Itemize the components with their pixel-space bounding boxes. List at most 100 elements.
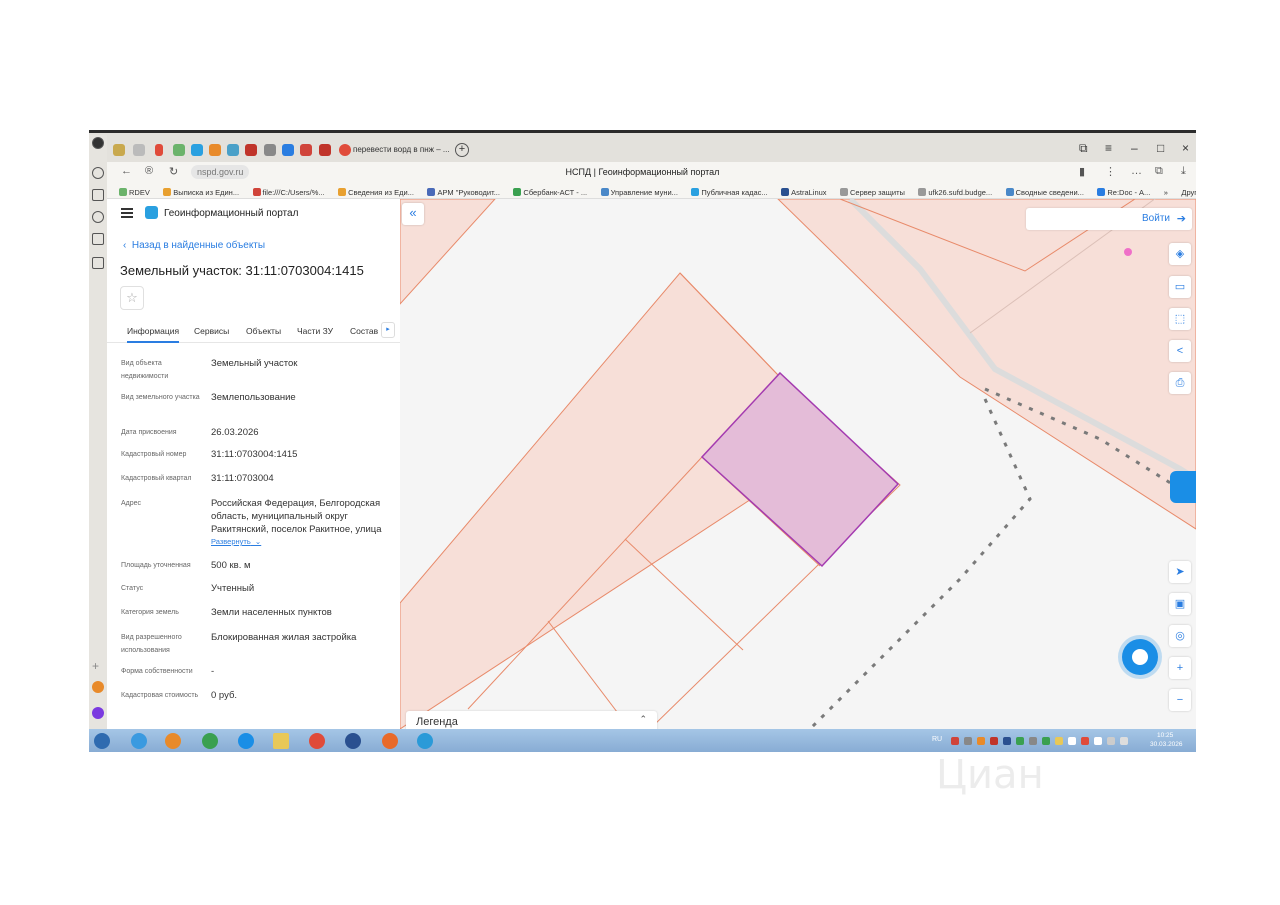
clock-time[interactable]: 10:25	[1157, 732, 1173, 739]
tab-icon[interactable]	[173, 144, 185, 156]
tab-icon[interactable]	[319, 144, 331, 156]
start-button-icon[interactable]	[94, 733, 110, 749]
tab-services[interactable]: Сервисы	[194, 326, 229, 336]
tab-icon[interactable]	[282, 144, 294, 156]
battery-icon[interactable]	[1094, 737, 1102, 745]
calendar-icon[interactable]	[92, 233, 104, 245]
more-icon[interactable]: ⋮	[1105, 165, 1116, 178]
legend-toggle-icon[interactable]: ⌃	[639, 714, 647, 725]
tab-icon[interactable]	[245, 144, 257, 156]
map-canvas[interactable]	[400, 199, 1196, 729]
explorer-icon[interactable]	[273, 733, 289, 749]
tab-icon[interactable]	[227, 144, 239, 156]
firefox-icon[interactable]	[382, 733, 398, 749]
bookmark-item[interactable]: ufk26.sufd.budge...	[918, 184, 992, 198]
yandex-browser-icon[interactable]	[309, 733, 325, 749]
ruler-icon[interactable]: ▭	[1169, 276, 1191, 298]
tray-icon[interactable]	[964, 737, 972, 745]
bookmark-item[interactable]: Re:Doc - А...	[1097, 184, 1150, 198]
tab-parts[interactable]: Части ЗУ	[297, 326, 333, 336]
cadastral-map[interactable]: « Войти ➔ ◈ ▭ ⬚ < ⎙ ➤ ▣ ◎ + − Легенда ⌃	[400, 199, 1196, 729]
tab-icon[interactable]	[191, 144, 203, 156]
bookmark-item[interactable]: Сводные сведени...	[1005, 184, 1084, 198]
layers-icon[interactable]: ◈	[1169, 243, 1191, 265]
assistant-icon[interactable]	[92, 707, 104, 719]
share-icon[interactable]: <	[1169, 340, 1191, 362]
ellipsis-icon[interactable]: …	[1131, 165, 1142, 177]
tray-icon[interactable]	[1016, 737, 1024, 745]
network-icon[interactable]	[1107, 737, 1115, 745]
expand-address-link[interactable]: Развернуть ⌄	[211, 537, 261, 546]
tray-icon[interactable]	[951, 737, 959, 745]
edge-icon[interactable]	[238, 733, 254, 749]
menu-icon[interactable]: ≡	[1105, 141, 1112, 155]
play-icon[interactable]	[92, 211, 104, 223]
media-player-icon[interactable]	[165, 733, 181, 749]
bookmark-item[interactable]: Управление муни...	[600, 184, 678, 198]
browser-menu-icon[interactable]	[92, 137, 104, 149]
tray-icon[interactable]	[1055, 737, 1063, 745]
bookmark-item[interactable]: Сбербанк-АСТ - ...	[513, 184, 587, 198]
add-panel-icon[interactable]: +	[92, 660, 104, 672]
favorite-star-icon[interactable]: ☆	[120, 286, 144, 310]
geo-position-icon[interactable]: ◎	[1169, 625, 1191, 647]
bookmark-item[interactable]: file:///C:/Users/%...	[252, 184, 325, 198]
tab-menu-icon[interactable]	[133, 144, 145, 156]
tab-icon[interactable]	[300, 144, 312, 156]
download-icon[interactable]: ⤓	[1181, 165, 1186, 178]
ie-icon[interactable]	[131, 733, 147, 749]
tab-composition[interactable]: Состав	[350, 326, 378, 336]
active-tab-icon[interactable]	[339, 144, 351, 156]
collections-icon[interactable]	[92, 189, 104, 201]
history-icon[interactable]	[92, 167, 104, 179]
bookmark-item[interactable]: Сервер защиты	[840, 184, 905, 198]
other-bookmarks[interactable]: Другие закладки	[1181, 184, 1196, 198]
tab-icon[interactable]	[264, 144, 276, 156]
new-tab-button[interactable]: +	[455, 143, 469, 157]
minimize-icon[interactable]: –	[1131, 141, 1138, 155]
notes-icon[interactable]	[92, 257, 104, 269]
chrome-icon[interactable]	[202, 733, 218, 749]
tray-icon[interactable]	[1003, 737, 1011, 745]
tab-icon[interactable]	[113, 144, 125, 156]
bookmarks-overflow[interactable]: »	[1164, 184, 1168, 198]
bookmark-icon[interactable]: ▮	[1079, 165, 1085, 178]
bookmark-window-icon[interactable]: ⧉	[1079, 141, 1088, 156]
tray-icon[interactable]	[1081, 737, 1089, 745]
clock-date[interactable]: 30.03.2026	[1150, 741, 1183, 748]
back-to-results-link[interactable]: ‹ Назад в найденные объекты	[123, 240, 265, 251]
promo-side-icon[interactable]	[1170, 471, 1196, 503]
login-button[interactable]: Войти ➔	[1026, 208, 1192, 230]
tray-icon[interactable]	[1042, 737, 1050, 745]
area-select-icon[interactable]: ⬚	[1169, 308, 1191, 330]
hamburger-menu-icon[interactable]	[121, 208, 133, 218]
legend-panel[interactable]: Легенда ⌃	[406, 711, 657, 729]
bookmark-item[interactable]: RDEV	[119, 184, 150, 198]
print-icon[interactable]: ⎙	[1169, 372, 1191, 394]
maximize-icon[interactable]: □	[1157, 141, 1164, 155]
flag-icon[interactable]	[1068, 737, 1076, 745]
bookmark-item[interactable]: Публичная кадас...	[691, 184, 768, 198]
bookmark-item[interactable]: Сведения из Еди...	[338, 184, 414, 198]
zoom-out-button[interactable]: −	[1169, 689, 1191, 711]
tray-icon[interactable]	[1029, 737, 1037, 745]
app-icon[interactable]	[92, 681, 104, 693]
bookmark-item[interactable]: Выписка из Един...	[163, 184, 239, 198]
close-icon[interactable]: ×	[1182, 141, 1189, 155]
tab-objects[interactable]: Объекты	[246, 326, 281, 336]
zoom-in-button[interactable]: +	[1169, 657, 1191, 679]
volume-icon[interactable]	[1120, 737, 1128, 745]
bookmark-item[interactable]: AstraLinux	[781, 184, 827, 198]
map-point-marker[interactable]	[1124, 248, 1132, 256]
language-indicator[interactable]: RU	[932, 736, 942, 743]
tray-icon[interactable]	[990, 737, 998, 745]
tab-icon[interactable]	[209, 144, 221, 156]
tab-information[interactable]: Информация	[127, 326, 180, 343]
active-tab-title[interactable]: перевести ворд в пнж – ...	[353, 145, 450, 154]
tray-icon[interactable]	[977, 737, 985, 745]
tabs-next-arrow-icon[interactable]: ▸	[381, 322, 395, 338]
chat-bubble-icon[interactable]	[1122, 639, 1158, 675]
tab-icon[interactable]	[155, 144, 163, 156]
telegram-icon[interactable]	[417, 733, 433, 749]
app-icon[interactable]	[345, 733, 361, 749]
